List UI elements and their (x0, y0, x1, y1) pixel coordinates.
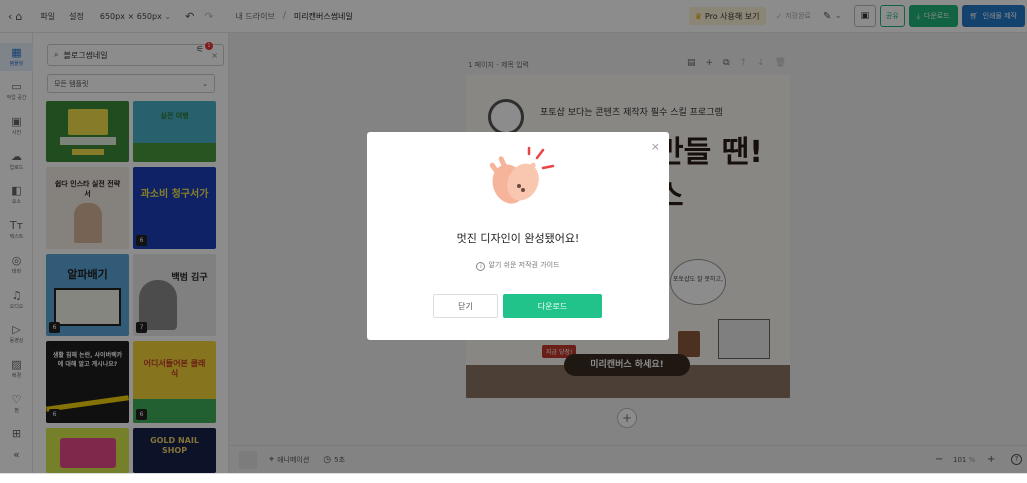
clapping-hands-icon (489, 146, 555, 204)
design-complete-dialog: × 멋진 디자인이 완성됐어요! i 알기 쉬운 저작권 가이드 닫기 다운로드 (367, 132, 669, 340)
dialog-download-button[interactable]: 다운로드 (503, 294, 602, 318)
copyright-guide-label: 알기 쉬운 저작권 가이드 (488, 261, 560, 269)
status-strip (0, 473, 1027, 483)
info-icon: i (476, 262, 486, 271)
editor-app: ‹ ⌂ 파일 설정 650px × 650px ⌄ ↶ ↷ 내 드라이브 / 미… (0, 0, 1027, 483)
download-button-label: 다운로드 (537, 301, 568, 311)
copyright-guide-link[interactable]: i 알기 쉬운 저작권 가이드 (367, 260, 669, 271)
dialog-close-button[interactable]: 닫기 (433, 294, 498, 318)
close-button-label: 닫기 (458, 301, 473, 311)
dialog-title: 멋진 디자인이 완성됐어요! (456, 232, 580, 245)
close-icon[interactable]: × (651, 140, 660, 153)
